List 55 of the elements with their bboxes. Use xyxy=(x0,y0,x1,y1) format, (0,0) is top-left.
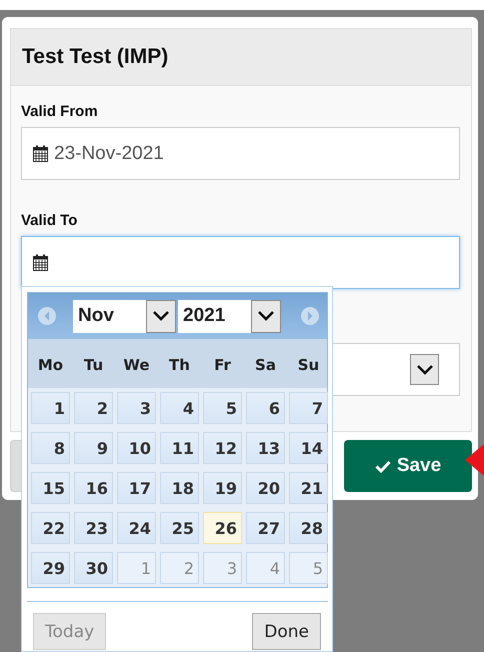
weekday-header: Su xyxy=(296,356,320,374)
day-cell[interactable]: 17 xyxy=(117,472,156,504)
day-cell[interactable]: 21 xyxy=(289,472,328,504)
day-cell[interactable]: 8 xyxy=(31,432,70,464)
weekday-header: Mo xyxy=(36,356,64,374)
day-cell[interactable]: 20 xyxy=(246,472,285,504)
weekday-header: Fr xyxy=(213,356,232,374)
day-cell[interactable]: 28 xyxy=(289,512,328,544)
day-cell[interactable]: 2 xyxy=(74,392,113,424)
day-cell[interactable]: 11 xyxy=(160,432,199,464)
day-cell[interactable]: 7 xyxy=(289,392,328,424)
weekday-header: Th xyxy=(168,356,191,374)
field-label: Valid To xyxy=(21,212,78,229)
field-label: Valid From xyxy=(21,103,99,120)
date-field[interactable] xyxy=(21,236,460,289)
checkmark-icon xyxy=(374,460,391,472)
month-select[interactable]: Nov xyxy=(73,300,176,332)
day-cell[interactable]: 14 xyxy=(289,432,328,464)
date-field[interactable]: 23-Nov-2021 xyxy=(21,127,460,180)
chevron-down-icon xyxy=(152,310,170,322)
day-cell[interactable]: 30 xyxy=(74,552,113,584)
chevron-down-icon xyxy=(257,310,275,322)
day-cell[interactable]: 24 xyxy=(117,512,156,544)
day-cell[interactable]: 5 xyxy=(203,392,242,424)
chevron-down-icon xyxy=(416,364,434,376)
day-cell[interactable]: 4 xyxy=(160,392,199,424)
pointer-arrow-icon xyxy=(465,444,484,476)
calendar-icon xyxy=(33,145,48,162)
day-cell[interactable]: 10 xyxy=(117,432,156,464)
calendar-icon xyxy=(33,254,48,271)
weekday-header: Tu xyxy=(82,356,104,374)
day-cell[interactable]: 22 xyxy=(31,512,70,544)
day-cell[interactable]: 29 xyxy=(31,552,70,584)
day-cell[interactable]: 16 xyxy=(74,472,113,504)
next-month-icon[interactable] xyxy=(301,307,319,325)
day-cell[interactable]: 23 xyxy=(74,512,113,544)
day-cell[interactable]: 13 xyxy=(246,432,285,464)
weekday-header: We xyxy=(122,356,151,374)
day-cell[interactable]: 15 xyxy=(31,472,70,504)
save-button[interactable]: Save xyxy=(344,440,472,492)
dialog-title: Test Test (IMP) xyxy=(22,45,168,69)
day-cell[interactable]: 1 xyxy=(31,392,70,424)
day-cell[interactable]: 19 xyxy=(203,472,242,504)
day-cell[interactable]: 12 xyxy=(203,432,242,464)
weekday-header: Sa xyxy=(254,356,277,374)
done-button[interactable]: Done xyxy=(252,613,321,650)
day-cell[interactable]: 18 xyxy=(160,472,199,504)
previous-month-icon[interactable] xyxy=(38,307,56,325)
day-cell[interactable]: 27 xyxy=(246,512,285,544)
day-cell[interactable]: 6 xyxy=(246,392,285,424)
day-cell[interactable]: 26 xyxy=(203,512,242,544)
day-cell[interactable]: 25 xyxy=(160,512,199,544)
day-cell[interactable]: 3 xyxy=(117,392,156,424)
day-cell[interactable]: 9 xyxy=(74,432,113,464)
year-select[interactable]: 2021 xyxy=(178,300,281,332)
